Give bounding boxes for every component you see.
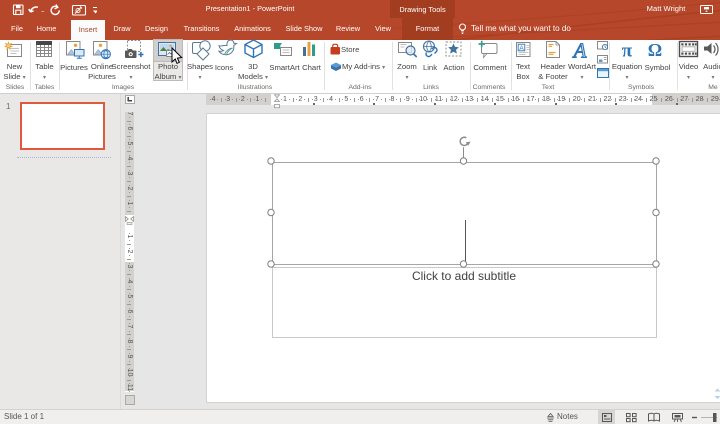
- svg-text:Ω: Ω: [648, 40, 662, 60]
- svg-text:A: A: [572, 39, 587, 63]
- svg-text:π: π: [622, 41, 633, 62]
- svg-text:A: A: [519, 45, 524, 52]
